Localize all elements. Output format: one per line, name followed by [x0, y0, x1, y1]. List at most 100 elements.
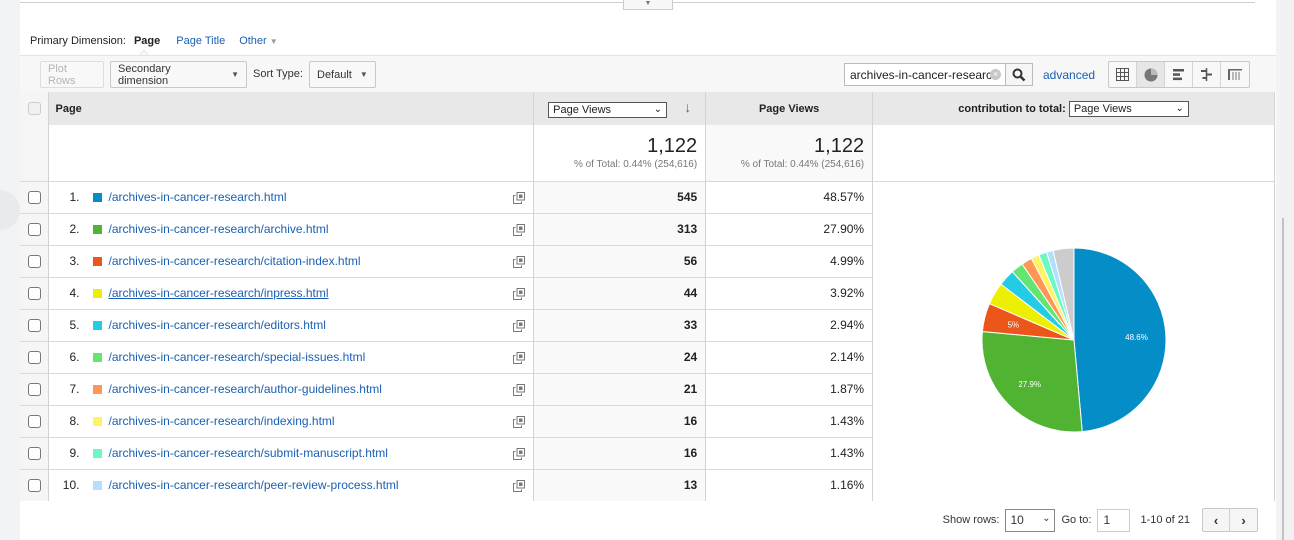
table-toolbar: Plot Rows Secondary dimension ▼ Sort Type… [20, 55, 1276, 92]
dimension-page-title[interactable]: Page Title [176, 35, 225, 47]
row-number: 9. [69, 446, 80, 460]
open-in-new-window-icon[interactable] [513, 447, 526, 460]
pageviews-percent: 1.16% [705, 468, 874, 501]
page-cell: 1. /archives-in-cancer-research.html [48, 180, 535, 213]
series-color-swatch [93, 321, 103, 330]
page-link[interactable]: /archives-in-cancer-research/peer-review… [108, 478, 398, 492]
dimension-other[interactable]: Other ▼ [239, 35, 278, 47]
page-link[interactable]: /archives-in-cancer-research/author-guid… [108, 382, 381, 396]
metric-select[interactable]: Page Views ⌄ [548, 101, 668, 118]
row-checkbox[interactable] [27, 447, 41, 461]
page-cell: 4. /archives-in-cancer-research/inpress.h… [48, 276, 535, 309]
pageviews-value: 313 [533, 212, 707, 245]
series-color-swatch [93, 353, 103, 362]
contribution-column-header: contribution to total: Page Views ⌄ [872, 92, 1275, 125]
page-link[interactable]: /archives-in-cancer-research/citation-in… [108, 254, 360, 268]
row-number: 1. [69, 190, 80, 204]
table-view-button[interactable] [1109, 62, 1137, 87]
pageviews-value: 545 [533, 180, 707, 213]
table-row[interactable]: 1./archives-in-cancer-research.html 545 48… [20, 180, 1275, 501]
search-button[interactable] [1005, 63, 1033, 86]
select-all-checkbox[interactable] [27, 102, 41, 115]
pager: ‹ › [1202, 508, 1258, 532]
open-in-new-window-icon[interactable] [513, 383, 526, 396]
pageviews-percent: 27.90% [705, 212, 874, 245]
series-color-swatch [93, 417, 103, 426]
pivot-view-button[interactable] [1221, 62, 1249, 87]
plot-rows-button[interactable]: Plot Rows [40, 61, 104, 88]
dimension-page[interactable]: Page [134, 35, 160, 47]
search-icon [1012, 68, 1026, 81]
open-in-new-window-icon[interactable] [513, 255, 526, 268]
side-panel-handle[interactable] [0, 190, 20, 230]
open-in-new-window-icon[interactable] [513, 223, 526, 236]
page-link[interactable]: /archives-in-cancer-research/indexing.ht… [108, 414, 334, 428]
contribution-select[interactable]: Page Views ⌄ [1068, 100, 1189, 117]
page-column-header[interactable]: Page [48, 92, 535, 125]
pie-view-button[interactable] [1137, 62, 1165, 87]
sort-type-dropdown[interactable]: Default ▼ [309, 61, 376, 88]
secondary-dimension-dropdown[interactable]: Secondary dimension ▼ [110, 61, 247, 88]
goto-page-input[interactable]: 1 [1097, 508, 1131, 532]
row-number: 3. [69, 254, 80, 268]
next-page-button[interactable]: › [1230, 509, 1257, 531]
show-rows-select[interactable]: 10 ⌄ [1005, 508, 1056, 532]
comparison-view-icon [1201, 68, 1212, 81]
row-checkbox[interactable] [27, 223, 41, 237]
page-link[interactable]: /archives-in-cancer-research/editors.htm… [108, 318, 325, 332]
table-filter-input[interactable]: archives-in-cancer-researc [844, 63, 1006, 86]
performance-view-icon [1173, 69, 1184, 81]
total-value: 1,122 [647, 134, 698, 157]
open-in-new-window-icon[interactable] [513, 479, 526, 492]
pie-slice-label: 27.9% [1018, 380, 1041, 389]
row-range: 1-10 of 21 [1140, 514, 1190, 526]
collapse-chart-toggle[interactable]: ▼ [623, 0, 673, 10]
row-number: 4. [69, 286, 80, 300]
row-checkbox-cell [20, 372, 50, 405]
page-link[interactable]: /archives-in-cancer-research/inpress.htm… [108, 286, 328, 300]
series-color-swatch [93, 385, 103, 394]
series-color-swatch [93, 481, 103, 491]
open-in-new-window-icon[interactable] [513, 287, 526, 300]
show-rows-label: Show rows: [942, 514, 1000, 526]
page-link[interactable]: /archives-in-cancer-research.html [108, 190, 286, 204]
pie-slice[interactable] [1073, 247, 1166, 432]
chevron-down-icon: ▼ [269, 37, 278, 46]
performance-view-button[interactable] [1165, 62, 1193, 87]
row-checkbox[interactable] [27, 287, 41, 301]
pageviews-column-header[interactable]: Page Views [705, 92, 874, 125]
open-in-new-window-icon[interactable] [513, 351, 526, 364]
row-number: 6. [69, 350, 80, 364]
row-checkbox[interactable] [27, 415, 41, 429]
row-checkbox[interactable] [27, 319, 41, 333]
page-scrollbar[interactable] [1280, 0, 1294, 540]
page-link[interactable]: /archives-in-cancer-research/archive.htm… [108, 222, 328, 236]
open-in-new-window-icon[interactable] [513, 319, 526, 332]
row-checkbox[interactable] [27, 191, 41, 205]
table-header-row: Page Page Views ⌄ ↓ Page Views contributi… [20, 92, 1275, 125]
chevron-down-icon: ⌄ [1175, 102, 1184, 114]
pageviews-value: 56 [533, 244, 707, 277]
row-number: 5. [69, 318, 80, 332]
prev-page-button[interactable]: ‹ [1203, 509, 1230, 531]
pie-view-icon [1144, 68, 1157, 81]
row-checkbox[interactable] [27, 351, 41, 365]
row-checkbox[interactable] [27, 479, 41, 493]
scrollbar-thumb[interactable] [1282, 218, 1284, 540]
pivot-view-icon [1228, 69, 1242, 80]
page-link[interactable]: /archives-in-cancer-research/special-iss… [108, 350, 365, 364]
open-in-new-window-icon[interactable] [513, 415, 526, 428]
series-color-swatch [93, 225, 103, 234]
open-in-new-window-icon[interactable] [513, 191, 526, 204]
row-checkbox-cell [20, 308, 50, 341]
row-checkbox[interactable] [27, 383, 41, 397]
page-cell: 3. /archives-in-cancer-research/citation-… [48, 244, 535, 277]
clear-search-icon[interactable]: × [990, 69, 1001, 80]
row-checkbox[interactable] [27, 255, 41, 269]
row-checkbox-cell [20, 404, 50, 437]
page-link[interactable]: /archives-in-cancer-research/submit-manu… [108, 446, 387, 460]
comparison-view-button[interactable] [1193, 62, 1221, 87]
sort-descending-icon[interactable]: ↓ [684, 99, 691, 115]
row-checkbox-cell [20, 468, 50, 501]
advanced-filter-link[interactable]: advanced [1043, 68, 1095, 82]
